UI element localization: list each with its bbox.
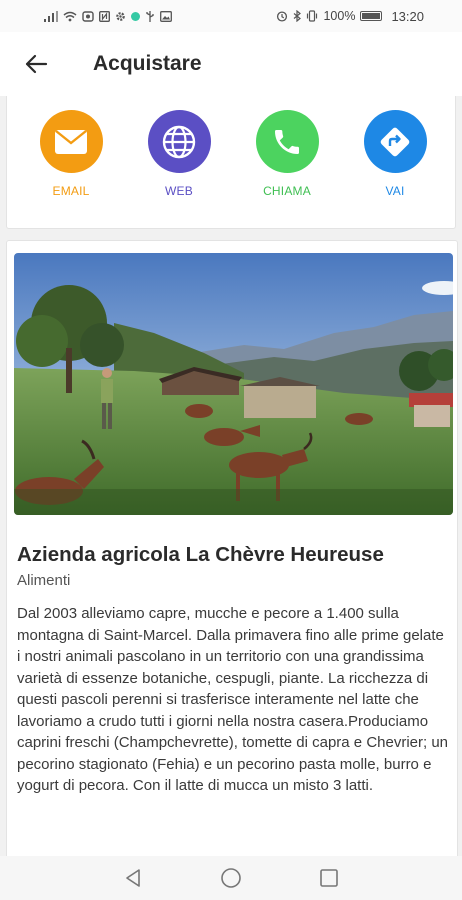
web-label: WEB [165,184,193,198]
settings-gear-icon [116,11,125,21]
status-bar: 100% 13:20 [0,0,462,32]
nav-recents-button[interactable] [316,865,342,891]
clock-time: 13:20 [391,8,424,24]
phone-icon [275,129,299,154]
call-action[interactable]: CHIAMA [247,110,327,198]
nav-home-icon [221,868,241,888]
status-icons-right: 100% 13:20 [276,9,424,24]
alarm-icon [277,11,288,22]
image-icon [160,10,172,22]
email-circle[interactable] [39,110,103,173]
status-icons-left [44,10,172,22]
vibrate-icon [307,10,318,22]
directions-circle[interactable] [363,110,427,173]
nav-home-button[interactable] [218,865,244,891]
goats-pasture-image [14,253,453,515]
usb-icon [146,10,154,22]
bluetooth-icon [294,10,302,22]
directions-icon [380,127,410,156]
web-action[interactable]: WEB [139,110,219,198]
place-card: Azienda agricola La Chèvre Heureuse Alim… [6,240,458,860]
wifi-icon [63,11,77,21]
email-label: EMAIL [52,184,90,198]
place-photo [14,253,453,515]
directions-label: VAI [385,184,405,198]
system-nav-bar [0,856,462,900]
nav-back-icon [126,869,140,887]
place-category: Alimenti [17,572,71,589]
web-circle[interactable] [147,110,211,173]
directions-action[interactable]: VAI [355,110,435,198]
battery-icon [360,11,383,21]
mail-icon [55,129,87,154]
arrow-left-icon [25,54,48,74]
notification-icon [82,10,94,22]
email-action[interactable]: EMAIL [31,110,111,198]
place-description: Dal 2003 alleviamo capre, mucche e pecor… [17,605,449,794]
app-status-dot-icon [131,11,140,21]
nav-recents-icon [320,869,338,887]
back-button[interactable] [6,32,66,96]
app-bar: Acquistare [0,32,462,96]
page-title: Acquistare [93,52,202,75]
signal-icon [44,10,58,22]
globe-icon [162,125,196,158]
nfc-icon [99,10,110,22]
place-title: Azienda agricola La Chèvre Heureuse [17,543,384,566]
nav-back-button[interactable] [120,865,146,891]
call-label: CHIAMA [263,184,311,198]
battery-percent: 100% [323,9,356,23]
contact-actions-card: EMAIL WEB CHIAMA VAI [6,96,456,229]
call-circle[interactable] [255,110,319,173]
